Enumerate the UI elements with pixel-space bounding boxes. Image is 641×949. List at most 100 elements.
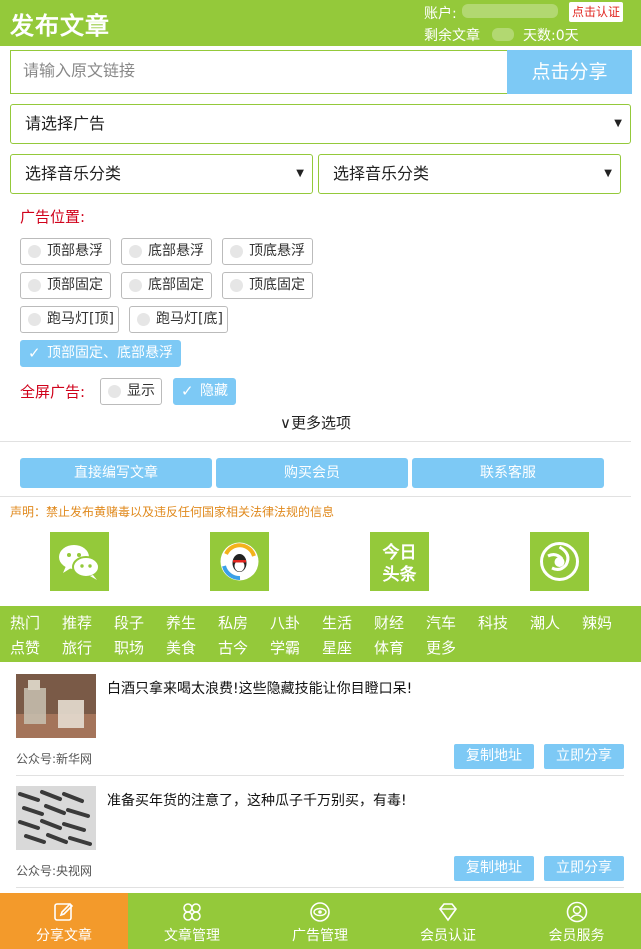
ad-option-top-fixed[interactable]: 顶部固定 [20, 272, 111, 299]
ad-option-top-fixed-bottom-float[interactable]: ✓ 顶部固定、底部悬浮 [20, 340, 181, 367]
nav-label: 广告管理 [292, 928, 348, 944]
toutiao-icon[interactable]: 今日 头条 [370, 532, 429, 591]
sina-icon[interactable] [530, 532, 589, 591]
qq-icon[interactable] [210, 532, 269, 591]
option-label: 顶部固定 [47, 277, 103, 293]
dropdown-arrow-icon: ▼ [296, 168, 304, 179]
contact-support-button[interactable]: 联系客服 [412, 458, 604, 488]
ad-option-top-float[interactable]: 顶部悬浮 [20, 238, 111, 265]
music-category-select-1[interactable]: 选择音乐分类 ▼ [10, 154, 313, 194]
option-label: 顶部固定、底部悬浮 [47, 345, 173, 361]
divider [16, 775, 624, 776]
page: 发布文章 账户: 点击认证 剩余文章 天数:0天 点击分享 请选择广告 ▼ 选择… [0, 0, 641, 949]
option-label: 显示 [127, 383, 155, 399]
ad-option-top-bottom-fixed[interactable]: 顶底固定 [222, 272, 313, 299]
article-thumbnail[interactable] [16, 786, 96, 850]
category-trendy[interactable]: 潮人 [530, 612, 560, 633]
checkmark-icon: ✓ [181, 382, 194, 400]
category-hot[interactable]: 热门 [10, 612, 40, 633]
more-options-toggle[interactable]: ∨更多选项 [280, 412, 351, 433]
category-travel[interactable]: 旅行 [62, 637, 92, 658]
ad-option-bottom-float[interactable]: 底部悬浮 [121, 238, 212, 265]
nav-label: 分享文章 [36, 928, 92, 944]
option-label: 底部固定 [148, 277, 204, 293]
nav-article-management[interactable]: 文章管理 [128, 893, 256, 949]
days-remaining: 天数:0天 [523, 28, 579, 44]
write-article-button[interactable]: 直接编写文章 [20, 458, 212, 488]
divider [0, 441, 631, 442]
disclaimer-notice: 声明：禁止发布黄赌毒以及违反任何国家相关法律法规的信息 [10, 505, 335, 519]
category-finance[interactable]: 财经 [374, 612, 404, 633]
option-label: 隐藏 [200, 383, 228, 399]
article-title[interactable]: 白酒只拿来喝太浪费!这些隐藏技能让你目瞪口呆! [107, 678, 412, 698]
account-value-redacted [462, 4, 558, 18]
grid-icon [183, 903, 201, 921]
radio-icon [137, 313, 150, 326]
category-sports[interactable]: 体育 [374, 637, 404, 658]
share-now-button[interactable]: 立即分享 [544, 744, 624, 769]
share-now-button[interactable]: 立即分享 [544, 856, 624, 881]
buy-membership-button[interactable]: 购买会员 [216, 458, 408, 488]
option-label: 跑马灯[顶] [47, 311, 114, 327]
ad-position-label: 广告位置: [20, 208, 86, 226]
radio-icon [230, 245, 243, 258]
fullscreen-hide-option[interactable]: ✓ 隐藏 [173, 378, 236, 405]
remaining-articles-label: 剩余文章 [424, 28, 480, 44]
user-icon [566, 901, 587, 923]
ad-select-value: 请选择广告 [25, 114, 106, 133]
nav-ad-management[interactable]: 广告管理 [256, 893, 384, 949]
category-scholar[interactable]: 学霸 [270, 637, 300, 658]
ad-option-bottom-fixed[interactable]: 底部固定 [121, 272, 212, 299]
radio-icon [230, 279, 243, 292]
category-tech[interactable]: 科技 [478, 612, 508, 633]
nav-label: 文章管理 [164, 928, 220, 944]
category-horoscope[interactable]: 星座 [322, 637, 352, 658]
wechat-icon[interactable] [50, 532, 109, 591]
ad-option-top-bottom-float[interactable]: 顶底悬浮 [222, 238, 313, 265]
category-private[interactable]: 私房 [218, 612, 248, 633]
header-bar: 发布文章 账户: 点击认证 剩余文章 天数:0天 [0, 0, 641, 46]
nav-member-verify[interactable]: 会员认证 [384, 893, 512, 949]
nav-label: 会员服务 [548, 928, 605, 944]
category-life[interactable]: 生活 [322, 612, 352, 633]
checkmark-icon: ✓ [28, 344, 41, 362]
ad-option-marquee-bottom[interactable]: 跑马灯[底] [129, 306, 228, 333]
category-likes[interactable]: 点赞 [10, 637, 40, 658]
radio-icon [129, 279, 142, 292]
copy-link-button[interactable]: 复制地址 [454, 856, 534, 881]
nav-label: 会员认证 [420, 928, 476, 944]
category-jokes[interactable]: 段子 [114, 612, 144, 633]
fullscreen-show-option[interactable]: 显示 [100, 378, 162, 405]
article-thumbnail[interactable] [16, 674, 96, 738]
ad-select[interactable]: 请选择广告 ▼ [10, 104, 631, 144]
category-gossip[interactable]: 八卦 [270, 612, 300, 633]
page-title: 发布文章 [10, 12, 110, 40]
copy-link-button[interactable]: 复制地址 [454, 744, 534, 769]
music-category-select-2[interactable]: 选择音乐分类 ▼ [318, 154, 621, 194]
category-food[interactable]: 美食 [166, 637, 196, 658]
category-history[interactable]: 古今 [218, 637, 248, 658]
category-nav: 热门 推荐 段子 养生 私房 八卦 生活 财经 汽车 科技 潮人 辣妈 点赞 旅… [0, 606, 641, 662]
category-career[interactable]: 职场 [114, 637, 144, 658]
radio-icon [108, 385, 121, 398]
nav-member-service[interactable]: 会员服务 [512, 893, 641, 949]
divider [16, 887, 624, 888]
category-recommend[interactable]: 推荐 [62, 612, 92, 633]
category-health[interactable]: 养生 [166, 612, 196, 633]
bottom-nav: 分享文章 文章管理 广告管理 会员认证 会员服务 [0, 893, 641, 949]
article-title[interactable]: 准备买年货的注意了，这种瓜子千万别买，有毒! [107, 790, 407, 810]
share-button[interactable]: 点击分享 [507, 50, 632, 94]
radio-icon [129, 245, 142, 258]
verify-button[interactable]: 点击认证 [569, 2, 623, 22]
ad-option-marquee-top[interactable]: 跑马灯[顶] [20, 306, 119, 333]
nav-share-article[interactable]: 分享文章 [0, 893, 128, 949]
category-auto[interactable]: 汽车 [426, 612, 456, 633]
radio-icon [28, 245, 41, 258]
category-more[interactable]: 更多 [426, 637, 456, 658]
eye-icon [310, 902, 330, 922]
category-moms[interactable]: 辣妈 [582, 612, 612, 633]
article-source: 公众号:央视网 [16, 864, 93, 878]
url-input[interactable] [10, 50, 508, 94]
fullscreen-ad-label: 全屏广告: [20, 383, 86, 401]
toutiao-text-bottom: 头条 [383, 564, 418, 585]
